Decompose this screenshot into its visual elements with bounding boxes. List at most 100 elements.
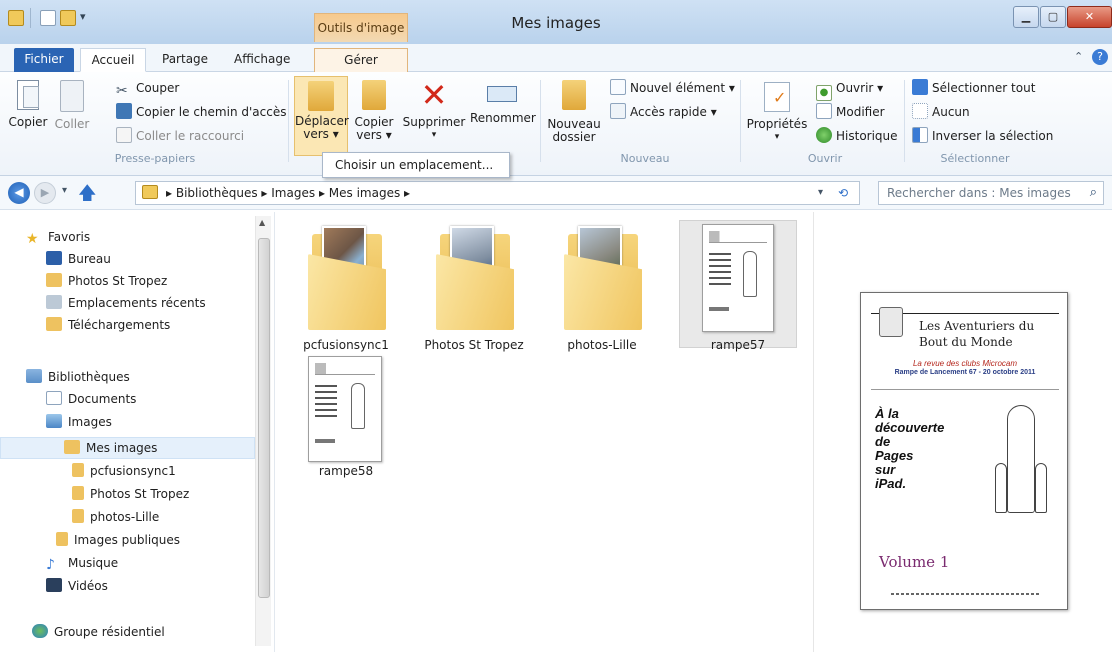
rename-button[interactable]: Renommer — [470, 78, 536, 125]
booster-left — [995, 463, 1007, 513]
nav-item-images-publiques[interactable]: Images publiques — [56, 529, 180, 551]
new-item-button[interactable]: Nouvel élément ▾ — [610, 78, 735, 98]
paste-shortcut-button[interactable]: Coller le raccourci — [116, 126, 244, 146]
address-dropdown-icon[interactable]: ▾ — [818, 182, 823, 204]
folder-icon — [72, 509, 84, 523]
new-item-icon — [610, 79, 626, 95]
tab-accueil[interactable]: Accueil — [80, 48, 146, 72]
nav-item-videos[interactable]: Vidéos — [46, 575, 108, 597]
open-button[interactable]: ● Ouvrir ▾ — [816, 78, 884, 101]
footer-fine-print — [891, 593, 1041, 595]
copy-to-button[interactable]: Copier vers ▾ — [352, 78, 396, 142]
select-all-button[interactable]: Sélectionner tout — [912, 78, 1035, 98]
copy-label: Copier — [8, 115, 48, 129]
nav-item-images[interactable]: Images — [46, 411, 112, 433]
new-folder-button[interactable]: Nouveau dossier — [546, 78, 602, 144]
move-to-button[interactable]: Déplacer vers ▾ — [294, 76, 349, 156]
delete-button[interactable]: ✕ Supprimer ▾ — [402, 78, 466, 142]
headline-line: À la — [875, 406, 899, 421]
tab-affichage[interactable]: Affichage — [226, 48, 298, 72]
move-to-menu-item[interactable]: Choisir un emplacement... — [322, 152, 510, 178]
navigation-pane: ★ Favoris Bureau Photos St Tropez Emplace… — [0, 212, 275, 652]
breadcrumb-separator: ▸ — [261, 186, 272, 200]
file-name: photos-Lille — [567, 338, 637, 352]
nav-scrollbar[interactable]: ▲ — [255, 216, 271, 646]
preview-issue: Rampe de Lancement 67 - 20 octobre 2011 — [894, 369, 1036, 376]
nav-item-bureau[interactable]: Bureau — [46, 248, 111, 270]
search-icon[interactable]: ⌕ — [1090, 182, 1097, 204]
group-label-ouvrir: Ouvrir — [807, 152, 843, 165]
breadcrumb-mes-images[interactable]: Mes images — [329, 186, 400, 200]
file-item-rampe57[interactable]: rampe57 — [678, 220, 798, 360]
minimize-button[interactable]: ▁ — [1013, 6, 1039, 28]
document-preview: Les Aventuriers du Bout du Monde La revu… — [860, 292, 1068, 610]
up-arrow-icon[interactable]: 🡅 — [78, 181, 97, 211]
nav-item-emplacements-recents[interactable]: Emplacements récents — [46, 292, 206, 314]
file-item-photos-st-tropez[interactable]: Photos St Tropez — [414, 220, 534, 360]
nav-item-groupe-residentiel[interactable]: Groupe résidentiel — [32, 621, 165, 643]
tab-partage[interactable]: Partage — [154, 48, 216, 72]
paste-shortcut-icon — [116, 127, 132, 143]
file-item-photos-lille[interactable]: photos-Lille — [542, 220, 662, 360]
forward-arrow-icon[interactable]: ▶ — [34, 182, 56, 204]
cut-button[interactable]: ✂ Couper — [116, 78, 179, 99]
help-icon[interactable]: ? — [1092, 49, 1108, 65]
breadcrumb-bibliotheques[interactable]: Bibliothèques — [176, 186, 258, 200]
nav-item-musique[interactable]: ♪ Musique — [46, 552, 118, 574]
recent-locations-icon[interactable]: ▾ — [62, 185, 67, 196]
breadcrumb-separator: ▸ — [166, 186, 176, 200]
breadcrumb-images[interactable]: Images — [271, 186, 315, 200]
move-folder-icon — [308, 81, 334, 111]
open-label: Ouvrir ▾ — [836, 81, 884, 95]
nav-item-favoris[interactable]: ★ Favoris — [26, 226, 90, 248]
maximize-button[interactable]: ▢ — [1040, 6, 1066, 28]
nav-item-documents[interactable]: Documents — [46, 388, 136, 410]
address-field[interactable]: ▸ Bibliothèques ▸ Images ▸ Mes images ▸ … — [135, 181, 860, 205]
search-input[interactable]: Rechercher dans : Mes images ⌕ — [878, 181, 1104, 205]
separator — [540, 80, 541, 162]
nav-item-photos-st-tropez[interactable]: Photos St Tropez — [46, 270, 167, 292]
invert-selection-button[interactable]: Inverser la sélection — [912, 126, 1053, 146]
nav-label: Téléchargements — [68, 318, 171, 332]
rename-label: Renommer — [470, 111, 536, 125]
scroll-up-icon[interactable]: ▲ — [259, 218, 265, 227]
group-label-presse-papiers: Presse-papiers — [114, 152, 196, 165]
file-item-pcfusionsync1[interactable]: pcfusionsync1 — [286, 220, 406, 360]
nav-label: Photos St Tropez — [90, 487, 190, 501]
nav-item-photos-st-tropez-2[interactable]: Photos St Tropez — [72, 483, 189, 505]
copy-icon — [17, 80, 39, 110]
nav-item-pcfusionsync1[interactable]: pcfusionsync1 — [72, 460, 176, 482]
copy-button[interactable]: Copier — [8, 78, 48, 129]
nav-item-mes-images[interactable]: Mes images — [64, 437, 157, 459]
close-button[interactable]: ✕ — [1067, 6, 1112, 28]
nav-label: Documents — [68, 392, 137, 406]
headline-line: sur — [875, 462, 896, 477]
properties-button[interactable]: ✓ Propriétés ▾ — [746, 78, 808, 144]
homegroup-icon — [32, 624, 48, 638]
scrollbar-thumb[interactable] — [258, 238, 270, 598]
tab-fichier[interactable]: Fichier — [14, 48, 74, 72]
edit-button[interactable]: Modifier — [816, 102, 885, 122]
desktop-icon — [46, 251, 62, 265]
quick-access-button[interactable]: Accès rapide ▾ — [610, 102, 717, 122]
downloads-folder-icon — [46, 317, 62, 331]
paste-button[interactable]: Coller — [52, 78, 92, 131]
nav-item-telechargements[interactable]: Téléchargements — [46, 314, 170, 336]
group-label-selectionner: Sélectionner — [940, 152, 1010, 165]
history-button[interactable]: Historique — [816, 126, 898, 146]
refresh-icon[interactable]: ⟲ — [838, 182, 848, 204]
select-none-button[interactable]: Aucun — [912, 102, 970, 122]
tab-gerer[interactable]: Gérer — [314, 48, 408, 72]
nav-item-photos-lille[interactable]: photos-Lille — [72, 506, 159, 528]
nav-item-bibliotheques[interactable]: Bibliothèques — [26, 366, 130, 388]
libraries-icon — [26, 369, 42, 383]
ribbon-tabs: Fichier Accueil Partage Affichage Gérer … — [0, 44, 1112, 72]
back-arrow-icon[interactable]: ◀ — [8, 182, 30, 204]
nav-label: Photos St Tropez — [68, 274, 168, 288]
file-name: pcfusionsync1 — [303, 338, 389, 352]
headline-line: iPad. — [875, 476, 907, 491]
copy-path-button[interactable]: Copier le chemin d'accès — [116, 102, 286, 122]
file-item-rampe58[interactable]: rampe58 — [286, 354, 406, 484]
minimize-ribbon-icon[interactable]: ⌃ — [1074, 50, 1083, 63]
preview-title-line-2: Bout du Monde — [919, 335, 1013, 349]
